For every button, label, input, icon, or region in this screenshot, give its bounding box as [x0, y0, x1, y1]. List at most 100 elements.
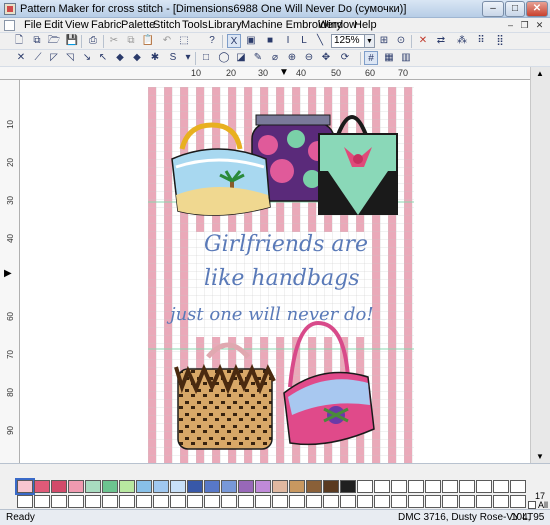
- palette-swatch[interactable]: [221, 495, 237, 508]
- menu-edit[interactable]: Edit: [44, 19, 63, 31]
- palette-swatch[interactable]: [272, 480, 288, 493]
- menu-window[interactable]: Window: [318, 19, 357, 31]
- paste-icon[interactable]: 📋: [141, 34, 155, 48]
- magnify-minus-icon[interactable]: ⊖: [302, 51, 316, 65]
- palette-swatch[interactable]: [408, 495, 424, 508]
- palette-swatch[interactable]: [391, 480, 407, 493]
- palette-swatch[interactable]: [136, 495, 152, 508]
- bead-icon[interactable]: ◆: [130, 51, 144, 65]
- chevron-down-icon[interactable]: ▼: [365, 34, 375, 48]
- palette-swatch[interactable]: [153, 495, 169, 508]
- document-icon[interactable]: [4, 20, 15, 31]
- menu-library[interactable]: Library: [208, 19, 242, 31]
- scroll-down-icon[interactable]: ▼: [536, 452, 544, 461]
- palette-swatch[interactable]: [374, 480, 390, 493]
- palette-swatch[interactable]: [51, 495, 67, 508]
- close-button[interactable]: ✕: [526, 1, 548, 17]
- fill-icon[interactable]: ◪: [234, 51, 248, 65]
- palette-swatch[interactable]: [493, 480, 509, 493]
- palette-swatch[interactable]: [510, 480, 526, 493]
- ellipse-icon[interactable]: ◯: [217, 51, 231, 65]
- text-tool-icon[interactable]: I: [281, 34, 295, 48]
- backstitch-icon[interactable]: ╲: [313, 34, 327, 48]
- swap-colors-icon[interactable]: ⇄: [434, 34, 448, 48]
- new-from-icon[interactable]: ⧉: [30, 34, 44, 48]
- mdi-minimize-button[interactable]: –: [504, 19, 517, 32]
- palette-swatch[interactable]: [323, 495, 339, 508]
- palette-swatch[interactable]: [289, 480, 305, 493]
- palette-swatch[interactable]: [85, 480, 101, 493]
- palette-swatch[interactable]: [442, 480, 458, 493]
- palette-swatch[interactable]: [459, 480, 475, 493]
- rectangle-icon[interactable]: □: [199, 51, 213, 65]
- help-icon[interactable]: ?: [205, 34, 219, 48]
- palette-swatch[interactable]: [153, 480, 169, 493]
- full-stitch-icon[interactable]: X: [227, 34, 241, 48]
- palette-grid-icon[interactable]: ⁂: [455, 34, 469, 48]
- undo-icon[interactable]: ↶: [160, 34, 174, 48]
- palette-swatch[interactable]: [136, 480, 152, 493]
- palette-swatch[interactable]: [476, 480, 492, 493]
- palette-swatch[interactable]: [493, 495, 509, 508]
- mdi-restore-button[interactable]: ❐: [518, 19, 531, 32]
- palette-swatch[interactable]: [391, 495, 407, 508]
- palette-swatch[interactable]: [170, 480, 186, 493]
- palette-swatch[interactable]: [119, 480, 135, 493]
- arrange-icon[interactable]: ⣿: [493, 34, 507, 48]
- palette-swatch[interactable]: [51, 480, 67, 493]
- half-stitch-icon[interactable]: ◸: [47, 51, 61, 65]
- minimize-button[interactable]: –: [482, 1, 504, 17]
- palette-swatch[interactable]: [85, 495, 101, 508]
- palette-swatch[interactable]: [425, 495, 441, 508]
- zoom-fit-icon[interactable]: ⊙: [394, 34, 408, 48]
- symbols-icon[interactable]: ⠿: [474, 34, 488, 48]
- vertical-scrollbar[interactable]: ▲ ▼: [530, 67, 550, 463]
- palette-swatch[interactable]: [119, 495, 135, 508]
- stitch-view-icon[interactable]: ▦: [382, 51, 396, 65]
- print-icon[interactable]: ⎙: [86, 34, 100, 48]
- delete-icon[interactable]: ✕: [416, 34, 430, 48]
- palette-swatch[interactable]: [408, 480, 424, 493]
- palette-swatch[interactable]: [187, 495, 203, 508]
- palette-swatch[interactable]: [68, 480, 84, 493]
- line-tool-icon[interactable]: L: [297, 34, 311, 48]
- petite-stitch-icon[interactable]: ↘: [80, 51, 94, 65]
- copy-icon[interactable]: ⧉: [124, 34, 138, 48]
- palette-swatch[interactable]: [102, 480, 118, 493]
- grid-view-icon[interactable]: ⊞: [377, 34, 391, 48]
- palette-swatch[interactable]: [187, 480, 203, 493]
- save-icon[interactable]: 💾: [65, 34, 79, 48]
- palette-swatch[interactable]: [255, 480, 271, 493]
- palette-swatch[interactable]: [68, 495, 84, 508]
- menu-view[interactable]: View: [65, 19, 89, 31]
- grid-toggle-icon[interactable]: #: [364, 51, 378, 65]
- palette-swatch[interactable]: [357, 480, 373, 493]
- palette-swatch[interactable]: [17, 495, 33, 508]
- stitch-preview-icon[interactable]: ▣: [244, 34, 258, 48]
- palette-swatch[interactable]: [34, 495, 50, 508]
- select-icon[interactable]: ⬚: [177, 34, 191, 48]
- new-file-icon[interactable]: 🗋: [12, 34, 26, 48]
- menu-stitch[interactable]: Stitch: [153, 19, 181, 31]
- palette-swatch[interactable]: [238, 480, 254, 493]
- palette-swatch[interactable]: [442, 495, 458, 508]
- palette-swatch[interactable]: [170, 495, 186, 508]
- palette-swatch[interactable]: [221, 480, 237, 493]
- palette-swatch[interactable]: [459, 495, 475, 508]
- backstitch-arrow-icon[interactable]: ↖: [96, 51, 110, 65]
- palette-swatch[interactable]: [289, 495, 305, 508]
- fill-square-icon[interactable]: ■: [263, 34, 277, 48]
- pencil-icon[interactable]: ✎: [251, 51, 265, 65]
- palette-swatch[interactable]: [306, 480, 322, 493]
- hand-icon[interactable]: ✥: [319, 51, 333, 65]
- three-quarter-icon[interactable]: ⟋: [31, 51, 45, 65]
- menu-help[interactable]: Help: [354, 19, 377, 31]
- palette-swatch[interactable]: [306, 495, 322, 508]
- palette-swatch[interactable]: [340, 480, 356, 493]
- menu-palette[interactable]: Palette: [121, 19, 155, 31]
- palette-swatch[interactable]: [476, 495, 492, 508]
- special-stitch-icon[interactable]: ✱: [148, 51, 162, 65]
- s-tool-button[interactable]: S: [166, 51, 180, 65]
- cross-stitch-pattern[interactable]: Girlfriends are like handbags just one w…: [148, 87, 414, 463]
- palette-swatch[interactable]: [255, 495, 271, 508]
